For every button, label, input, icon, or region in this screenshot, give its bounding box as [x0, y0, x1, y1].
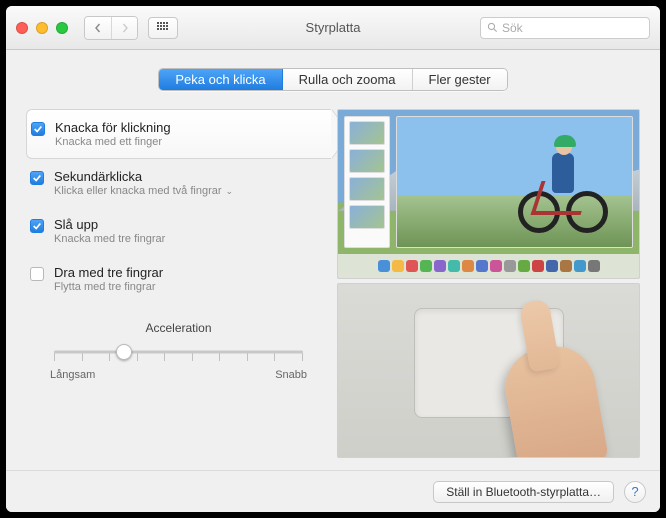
help-button[interactable]: ? [624, 481, 646, 503]
tab-label: Peka och klicka [175, 72, 265, 87]
option-secondary-click[interactable]: Sekundärklicka Klicka eller knacka med t… [26, 159, 331, 207]
chevron-down-icon: ⌄ [226, 186, 234, 197]
dock-app-icon [588, 260, 600, 272]
search-icon [487, 22, 498, 33]
grid-icon [157, 22, 169, 34]
dock-app-icon [406, 260, 418, 272]
slider-end-labels: Långsam Snabb [50, 369, 307, 381]
minimize-icon[interactable] [36, 22, 48, 34]
preferences-window: Styrplatta Sök Peka och klicka Rulla och… [6, 6, 660, 512]
option-subtitle[interactable]: Klicka eller knacka med två fingrar⌄ [54, 185, 233, 197]
dock-app-icon [434, 260, 446, 272]
options-column: Knacka för klickning Knacka med ett fing… [26, 109, 331, 458]
preview-photo [396, 116, 633, 248]
thumbnail [349, 121, 385, 145]
setup-bluetooth-button[interactable]: Ställ in Bluetooth-styrplatta… [433, 481, 614, 503]
dock-app-icon [574, 260, 586, 272]
main-row: Knacka för klickning Knacka med ett fing… [26, 109, 640, 458]
checkbox[interactable] [30, 219, 44, 233]
preview-dock [338, 254, 639, 278]
thumbnail [349, 177, 385, 201]
dock-app-icon [560, 260, 572, 272]
content-area: Peka och klicka Rulla och zooma Fler ges… [6, 50, 660, 470]
option-title: Sekundärklicka [54, 169, 233, 184]
slow-label: Långsam [50, 369, 95, 381]
help-icon: ? [631, 484, 638, 499]
nav-back-forward [84, 16, 138, 40]
footer-bar: Ställ in Bluetooth-styrplatta… ? [6, 470, 660, 512]
button-label: Ställ in Bluetooth-styrplatta… [446, 485, 601, 499]
option-title: Dra med tre fingrar [54, 265, 163, 280]
tracking-speed-slider[interactable] [54, 341, 303, 363]
gesture-preview-screen [337, 109, 640, 279]
window-controls [16, 22, 68, 34]
tab-label: Rulla och zooma [299, 72, 396, 87]
dock-app-icon [378, 260, 390, 272]
dock-app-icon [462, 260, 474, 272]
dock-app-icon [546, 260, 558, 272]
option-tap-to-click[interactable]: Knacka för klickning Knacka med ett fing… [26, 109, 331, 159]
option-look-up[interactable]: Slå upp Knacka med tre fingrar [26, 207, 331, 255]
dock-app-icon [420, 260, 432, 272]
preview-column [331, 109, 640, 458]
dock-app-icon [448, 260, 460, 272]
preview-app-sidebar [344, 116, 390, 248]
fast-label: Snabb [275, 369, 307, 381]
slider-track [54, 351, 303, 354]
option-title: Slå upp [54, 217, 165, 232]
checkbox[interactable] [30, 171, 44, 185]
cyclist-illustration [518, 133, 608, 233]
option-subtitle: Knacka med ett finger [55, 136, 171, 148]
forward-button[interactable] [111, 17, 137, 39]
tab-point-click[interactable]: Peka och klicka [159, 69, 281, 90]
acceleration-label: Acceleration [46, 321, 311, 335]
tab-bar: Peka och klicka Rulla och zooma Fler ges… [158, 68, 507, 91]
zoom-icon[interactable] [56, 22, 68, 34]
show-all-button[interactable] [148, 17, 178, 39]
option-subtitle: Flytta med tre fingrar [54, 281, 163, 293]
checkbox[interactable] [31, 122, 45, 136]
options-list: Knacka för klickning Knacka med ett fing… [26, 109, 331, 303]
tab-more-gestures[interactable]: Fler gester [412, 69, 507, 90]
dock-app-icon [392, 260, 404, 272]
option-three-finger-drag[interactable]: Dra med tre fingrar Flytta med tre fingr… [26, 255, 331, 303]
thumbnail [349, 149, 385, 173]
option-title: Knacka för klickning [55, 120, 171, 135]
dock-app-icon [504, 260, 516, 272]
dock-app-icon [490, 260, 502, 272]
option-subtitle: Knacka med tre fingrar [54, 233, 165, 245]
search-placeholder: Sök [502, 21, 523, 35]
tab-label: Fler gester [429, 72, 491, 87]
gesture-preview-hand [337, 283, 640, 458]
tab-scroll-zoom[interactable]: Rulla och zooma [282, 69, 412, 90]
close-icon[interactable] [16, 22, 28, 34]
slider-knob[interactable] [116, 344, 132, 360]
checkbox[interactable] [30, 267, 44, 281]
dock-app-icon [532, 260, 544, 272]
back-button[interactable] [85, 17, 111, 39]
search-input[interactable]: Sök [480, 17, 650, 39]
dock-app-icon [518, 260, 530, 272]
dock-app-icon [476, 260, 488, 272]
acceleration-section: Acceleration Långsam Snabb [26, 321, 331, 381]
thumbnail [349, 205, 385, 229]
titlebar: Styrplatta Sök [6, 6, 660, 50]
